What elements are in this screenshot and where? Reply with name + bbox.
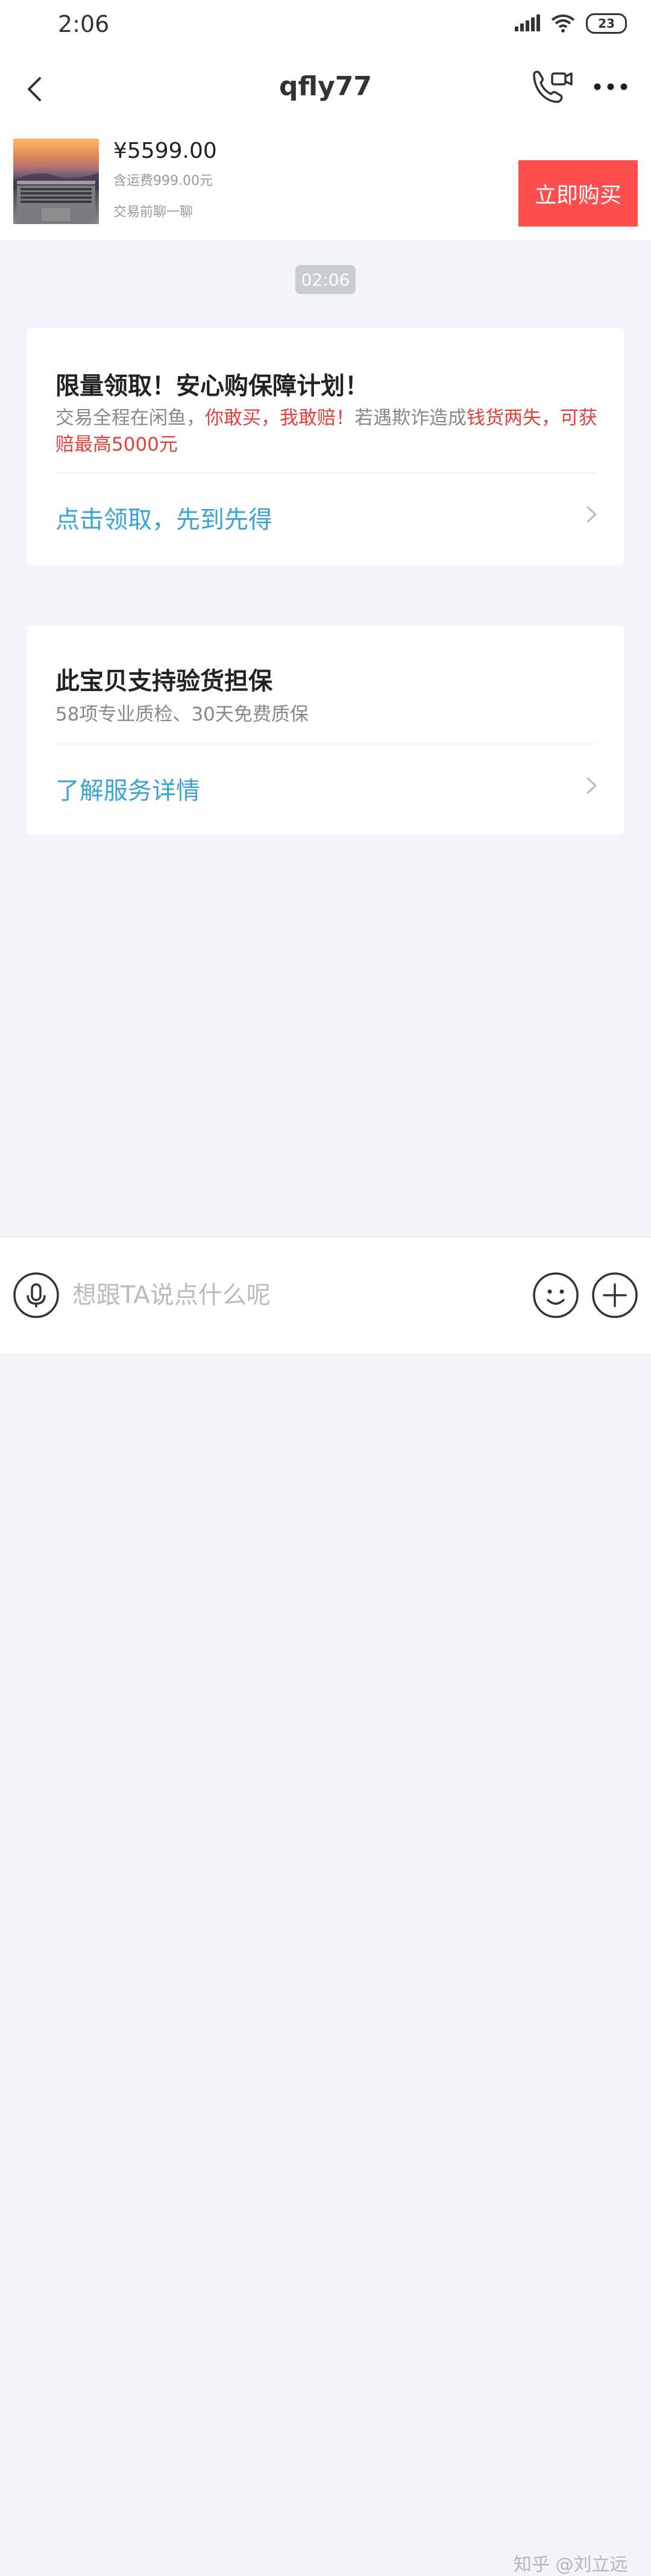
emoji-icon [533, 1272, 579, 1318]
claim-link[interactable]: 点击领取，先到先得 [55, 500, 272, 535]
product-hint: 交易前聊一聊 [113, 205, 193, 220]
signal-icon [515, 14, 540, 31]
desc-part: 若遇欺诈造成 [354, 407, 467, 429]
message-input[interactable] [72, 1272, 506, 1318]
plus-icon [592, 1272, 638, 1318]
laptop-image [13, 172, 99, 224]
call-button[interactable] [528, 66, 573, 111]
service-details-link[interactable]: 了解服务详情 [55, 771, 200, 806]
card-description: 交易全程在闲鱼，你敢买，我敢赔！若遇欺诈造成钱货两失，可获赔最高5000元 [55, 405, 598, 458]
chevron-right-icon[interactable] [582, 774, 600, 798]
card-title: 此宝贝支持验货担保 [55, 667, 272, 695]
voice-button[interactable] [12, 1271, 60, 1319]
divider [55, 743, 596, 745]
divider [55, 472, 596, 474]
desc-highlight: 你敢买，我敢赔！ [205, 407, 354, 429]
wifi-icon [551, 14, 575, 33]
watermark: 知乎 @刘立远 [514, 2554, 628, 2575]
status-icons: 23 [515, 13, 627, 34]
protection-plan-card: 限量领取！安心购保障计划！ 交易全程在闲鱼，你敢买，我敢赔！若遇欺诈造成钱货两失… [27, 328, 624, 565]
battery-icon: 23 [586, 13, 627, 34]
nav-bar: qfly77 [0, 53, 651, 125]
product-bar[interactable]: ¥5599.00 含运费999.00元 交易前聊一聊 立即购买 [0, 125, 651, 240]
microphone-icon [13, 1272, 59, 1318]
inspection-guarantee-card: 此宝贝支持验货担保 58项专业质检、30天免费质保 了解服务详情 [27, 625, 624, 835]
product-shipping: 含运费999.00元 [113, 174, 213, 189]
product-price: ¥5599.00 [113, 139, 217, 163]
status-time: 2:06 [58, 11, 110, 37]
card-description: 58项专业质检、30天免费质保 [55, 704, 309, 725]
buy-now-button[interactable]: 立即购买 [518, 160, 638, 227]
call-video-icon [533, 70, 573, 103]
chevron-right-icon[interactable] [582, 502, 600, 527]
more-options-button[interactable] [591, 1271, 639, 1319]
status-bar: 2:06 23 [0, 0, 651, 53]
product-thumbnail[interactable] [13, 139, 99, 224]
chat-timestamp: 02:06 [295, 265, 356, 294]
more-icon [594, 83, 627, 90]
card-title: 限量领取！安心购保障计划！ [55, 372, 369, 400]
emoji-button[interactable] [532, 1271, 580, 1319]
chat-input-bar: 知乎 @刘立远 [0, 1236, 651, 2575]
desc-part: 交易全程在闲鱼， [55, 407, 205, 429]
more-button[interactable] [591, 75, 631, 99]
